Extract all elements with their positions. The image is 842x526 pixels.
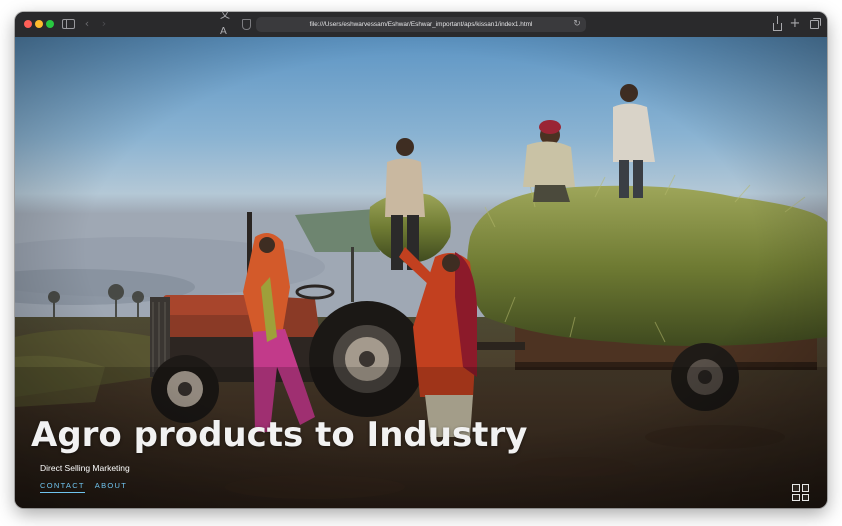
shield-icon[interactable] [241, 16, 251, 32]
reload-icon[interactable]: ↻ [571, 17, 583, 32]
nav-link-about[interactable]: ABOUT [95, 480, 127, 493]
plus-icon[interactable]: + [789, 16, 801, 32]
chevron-right-icon[interactable]: › [99, 16, 109, 32]
hero-nav: CONTACT ABOUT [40, 480, 127, 493]
close-window-button[interactable] [24, 20, 32, 28]
address-bar[interactable]: file:///Users/eshwarvessam/Eshwar/Eshwar… [256, 17, 586, 32]
browser-window: ‹ › 文A file:///Users/eshwarvessam/Eshwar… [15, 12, 827, 508]
grid-cell [801, 484, 809, 492]
nav-link-contact[interactable]: CONTACT [40, 480, 85, 493]
grid-cell [792, 493, 800, 501]
hero-subtitle: Direct Selling Marketing [40, 463, 130, 473]
tab-overview-icon[interactable] [808, 16, 821, 32]
grid-menu-icon[interactable] [792, 484, 809, 501]
grid-cell [792, 484, 800, 492]
chevron-left-icon[interactable]: ‹ [82, 16, 92, 32]
sidebar-icon[interactable] [61, 16, 75, 32]
maximize-window-button[interactable] [46, 20, 54, 28]
url-text[interactable]: file:///Users/eshwarvessam/Eshwar/Eshwar… [256, 17, 586, 32]
hero-section: Agro products to Industry Direct Selling… [15, 37, 827, 508]
browser-toolbar: ‹ › 文A file:///Users/eshwarvessam/Eshwar… [15, 12, 827, 38]
minimize-window-button[interactable] [35, 20, 43, 28]
share-icon[interactable] [771, 15, 783, 32]
translate-icon[interactable]: 文A [220, 12, 234, 37]
hero-title: Agro products to Industry [31, 415, 528, 455]
grid-cell [801, 493, 809, 501]
